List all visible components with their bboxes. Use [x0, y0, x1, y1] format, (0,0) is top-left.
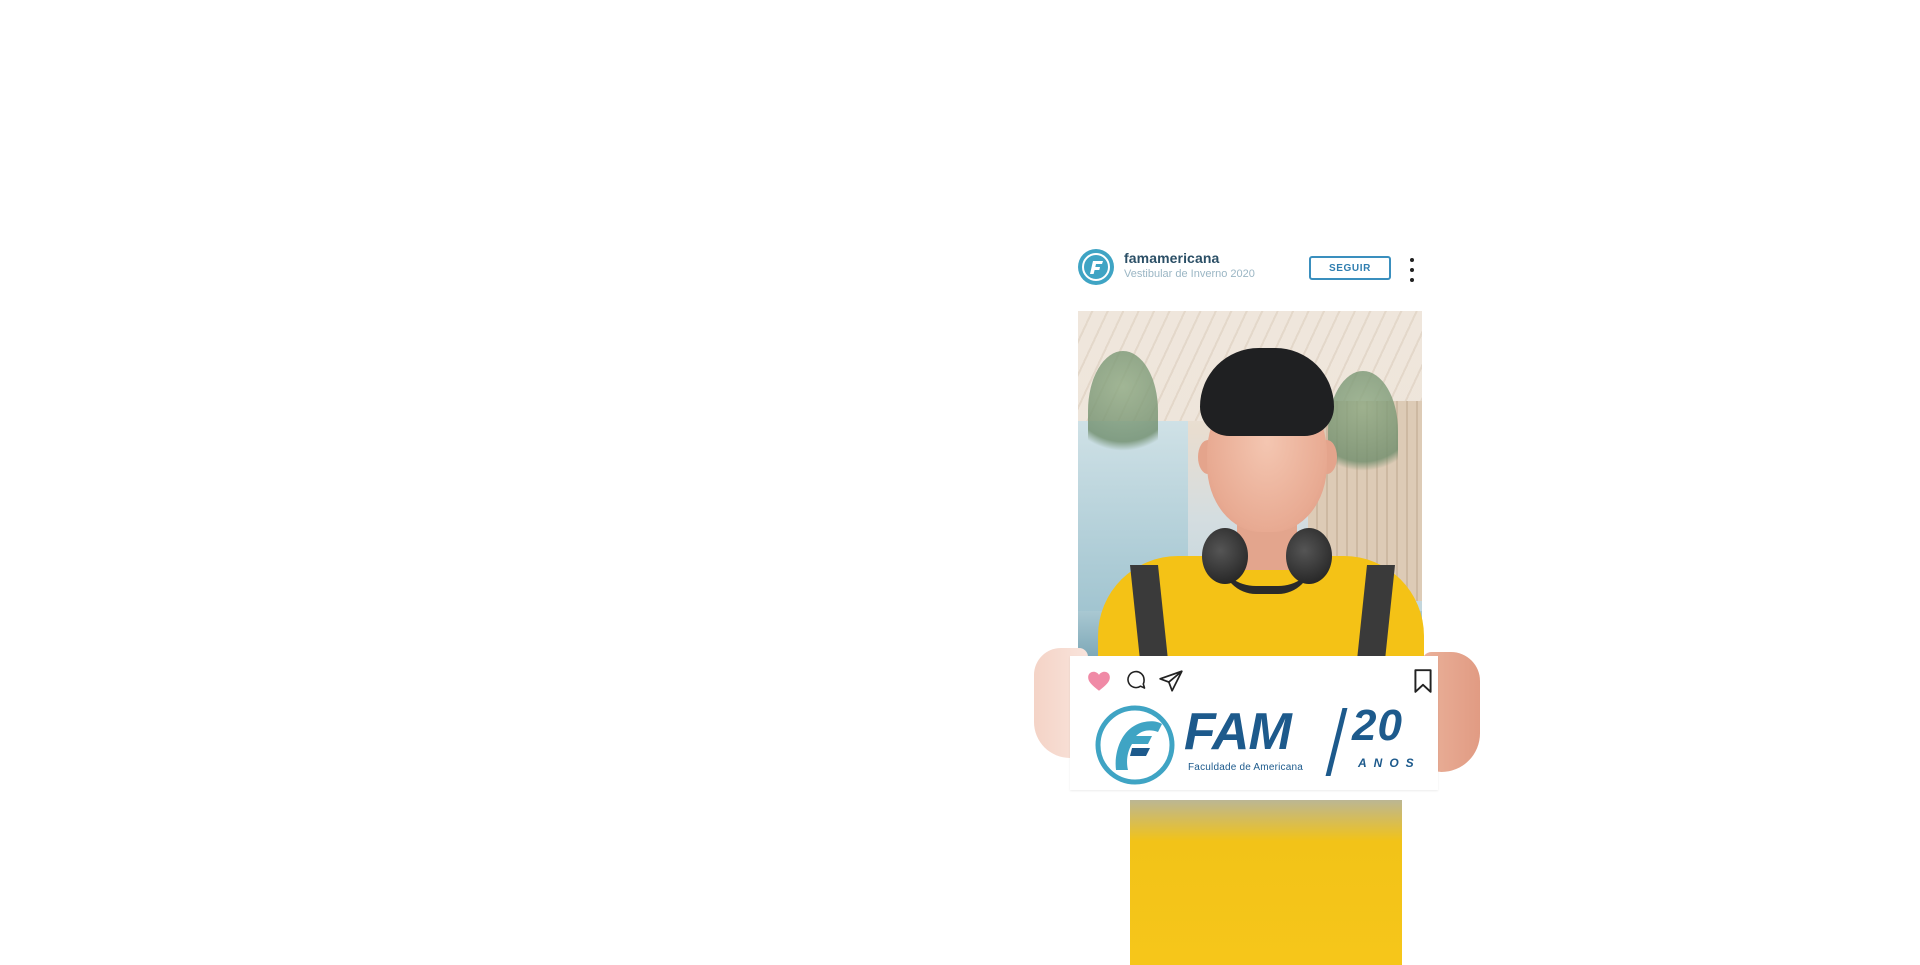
post-header: famamericana Vestibular de Inverno 2020 … [1078, 246, 1428, 292]
post-username[interactable]: famamericana [1124, 250, 1219, 266]
headphones [1202, 520, 1332, 594]
send-svg [1159, 670, 1183, 692]
logo-wordmark: FAM [1184, 703, 1292, 761]
send-icon[interactable] [1158, 668, 1184, 694]
logo-divider [1325, 708, 1348, 776]
logo-tagline: Faculdade de Americana [1188, 762, 1304, 773]
comment-svg [1127, 670, 1146, 689]
headphones-cup-left [1202, 528, 1248, 584]
person-lower-shirt [1130, 800, 1402, 965]
bookmark-icon[interactable] [1410, 668, 1436, 694]
photo-palm-tree [1328, 371, 1398, 491]
avatar-logo-svg [1082, 253, 1110, 281]
more-dot [1410, 278, 1414, 282]
post-subtitle: Vestibular de Inverno 2020 [1124, 268, 1255, 280]
more-dot [1410, 268, 1414, 272]
headphones-cup-right [1286, 528, 1332, 584]
follow-button[interactable]: SEGUIR [1309, 256, 1391, 280]
post-actions [1086, 666, 1432, 696]
logo-anniversary-number: 20 [1352, 701, 1403, 750]
page: famamericana Vestibular de Inverno 2020 … [0, 0, 1920, 965]
comment-icon[interactable] [1124, 668, 1150, 694]
more-vertical-icon[interactable] [1408, 258, 1416, 282]
photo-palm-tree [1088, 351, 1158, 471]
fam-20-anos-logo: FAM Faculdade de Americana 20 ANOS [1094, 704, 1424, 788]
heart-svg [1088, 671, 1110, 691]
heart-icon[interactable] [1086, 668, 1112, 694]
post-footer-card: FAM Faculdade de Americana 20 ANOS [1070, 656, 1438, 790]
fam-logo-mark-icon [1095, 705, 1175, 785]
logo-anniversary-unit: ANOS [1358, 756, 1421, 770]
bookmark-svg [1414, 669, 1432, 693]
fam-logo-icon[interactable] [1078, 249, 1114, 285]
more-dot [1410, 258, 1414, 262]
